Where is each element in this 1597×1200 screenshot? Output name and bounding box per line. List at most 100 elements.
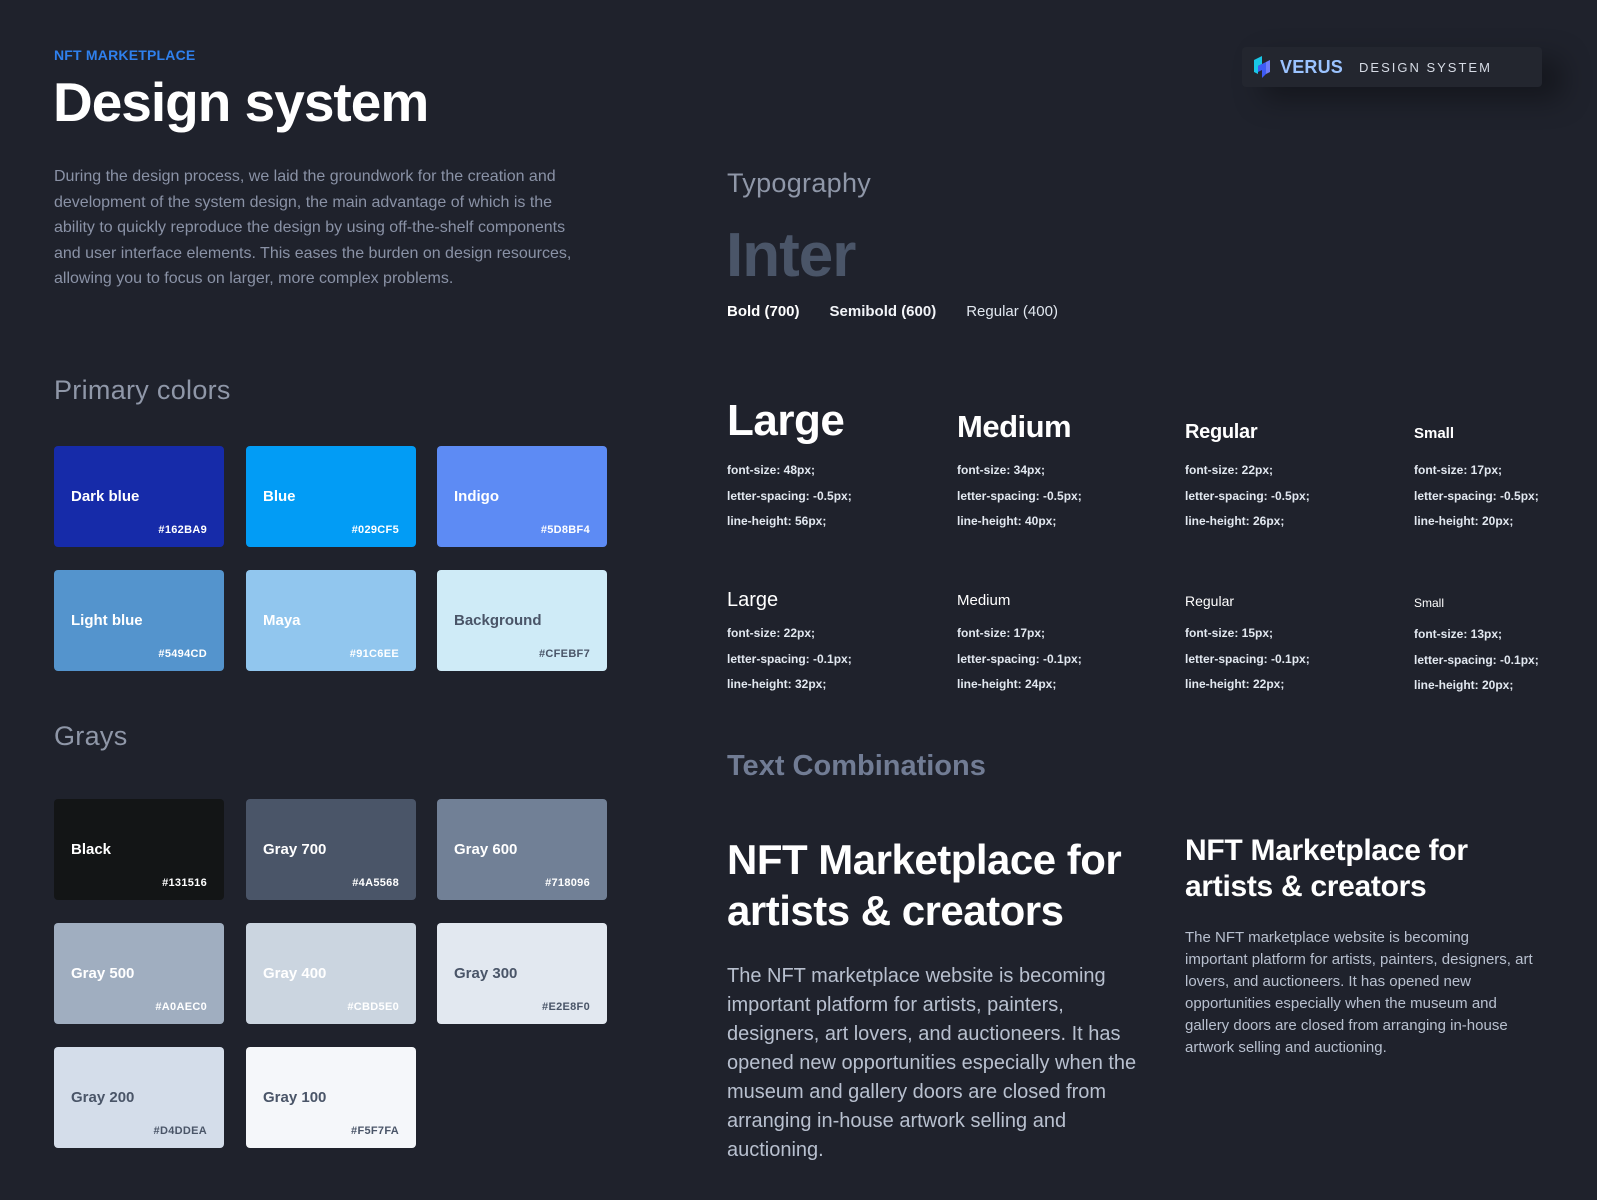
- color-swatch: Gray 600 #718096: [437, 799, 607, 900]
- swatch-name: Dark blue: [71, 488, 140, 505]
- swatch-hex: #162BA9: [158, 524, 207, 536]
- swatch-hex: #718096: [545, 877, 590, 889]
- body-style-label: Small: [1414, 596, 1445, 610]
- swatch-name: Gray 700: [263, 841, 327, 858]
- spec-spacing: letter-spacing: -0.1px;: [957, 651, 1082, 666]
- body-style-label: Medium: [957, 592, 1011, 609]
- spec-size: font-size: 34px;: [957, 463, 1046, 477]
- color-swatch: Maya #91C6EE: [246, 570, 416, 671]
- color-swatch: Gray 300 #E2E8F0: [437, 923, 607, 1024]
- brand-subtitle: DESIGN SYSTEM: [1359, 59, 1492, 75]
- weight-bold: Bold (700): [727, 303, 800, 320]
- heading-style-small: Small font-size: 17px; letter-spacing: -…: [1414, 424, 1539, 535]
- swatch-name: Gray 500: [71, 965, 135, 982]
- swatch-name: Gray 100: [263, 1089, 327, 1106]
- swatch-name: Gray 200: [71, 1089, 135, 1106]
- swatch-name: Black: [71, 841, 112, 858]
- intro-paragraph: During the design process, we laid the g…: [54, 168, 572, 287]
- color-swatch: Gray 200 #D4DDEA: [54, 1047, 224, 1148]
- brand-name: VERUS: [1280, 56, 1344, 77]
- spec-line: line-height: 20px;: [1414, 678, 1514, 692]
- swatch-hex: #029CF5: [351, 524, 399, 536]
- primary-colors-heading: Primary colors: [54, 375, 231, 405]
- swatch-name: Gray 400: [263, 965, 327, 982]
- swatch-hex: #4A5568: [352, 877, 399, 889]
- font-weights: Bold (700) Semibold (600) Regular (400): [727, 303, 1058, 320]
- brand-badge: VERUS DESIGN SYSTEM: [1242, 47, 1542, 87]
- weight-semibold: Semibold (600): [829, 303, 937, 320]
- swatch-hex: #A0AEC0: [155, 1001, 207, 1013]
- heading-style-regular: Regular font-size: 22px; letter-spacing:…: [1185, 420, 1310, 535]
- spec-spacing: letter-spacing: -0.1px;: [1414, 652, 1539, 667]
- grays-heading: Grays: [54, 721, 128, 751]
- swatch-hex: #E2E8F0: [542, 1001, 590, 1013]
- color-swatch: Black #131516: [54, 799, 224, 900]
- combo-large-body: The NFT marketplace website is becoming …: [727, 965, 1137, 1161]
- spec-size: font-size: 48px;: [727, 463, 816, 477]
- heading-style-label: Small: [1414, 425, 1455, 442]
- swatch-name: Gray 300: [454, 965, 518, 982]
- color-swatch: Blue #029CF5: [246, 446, 416, 547]
- swatch-hex: #CFEBF7: [539, 648, 590, 660]
- heading-style-label: Regular: [1185, 421, 1258, 443]
- body-style-large: Large font-size: 22px; letter-spacing: -…: [727, 588, 852, 698]
- color-swatch: Background #CFEBF7: [437, 570, 607, 671]
- spec-size: font-size: 22px;: [727, 626, 816, 640]
- spec-line: line-height: 20px;: [1414, 514, 1514, 528]
- swatch-name: Indigo: [454, 488, 499, 505]
- body-style-regular: Regular font-size: 15px; letter-spacing:…: [1185, 592, 1310, 698]
- combo-small-body: The NFT marketplace website is becoming …: [1185, 929, 1533, 1056]
- spec-spacing: letter-spacing: -0.5px;: [1185, 488, 1310, 503]
- eyebrow-label: NFT MARKETPLACE: [54, 47, 196, 63]
- spec-size: font-size: 17px;: [1414, 463, 1503, 477]
- swatch-name: Light blue: [71, 612, 143, 629]
- spec-line: line-height: 26px;: [1185, 514, 1285, 528]
- spec-line: line-height: 32px;: [727, 677, 827, 691]
- page-title: Design system: [53, 71, 429, 133]
- swatch-hex: #5494CD: [158, 648, 207, 660]
- combo-small-title: NFT Marketplace for artists & creators: [1185, 834, 1468, 903]
- spec-line: line-height: 22px;: [1185, 677, 1285, 691]
- color-swatch: Gray 700 #4A5568: [246, 799, 416, 900]
- spec-spacing: letter-spacing: -0.5px;: [957, 488, 1082, 503]
- heading-style-large: Large font-size: 48px; letter-spacing: -…: [727, 398, 852, 535]
- swatch-hex: #5D8BF4: [540, 524, 590, 536]
- spec-size: font-size: 17px;: [957, 626, 1046, 640]
- swatch-hex: #91C6EE: [349, 648, 399, 660]
- swatch-hex: #131516: [162, 877, 207, 889]
- spec-line: line-height: 24px;: [957, 677, 1057, 691]
- spec-spacing: letter-spacing: -0.5px;: [1414, 488, 1539, 503]
- color-swatch: Gray 400 #CBD5E0: [246, 923, 416, 1024]
- weight-regular: Regular (400): [966, 303, 1058, 320]
- spec-line: line-height: 56px;: [727, 514, 827, 528]
- swatch-hex: #CBD5E0: [347, 1001, 399, 1013]
- spec-size: font-size: 13px;: [1414, 627, 1503, 641]
- body-style-label: Regular: [1185, 593, 1235, 609]
- font-name: Inter: [726, 221, 856, 290]
- color-swatch: Dark blue #162BA9: [54, 446, 224, 547]
- swatch-name: Background: [454, 612, 542, 629]
- color-swatch: Light blue #5494CD: [54, 570, 224, 671]
- swatch-name: Gray 600: [454, 841, 518, 858]
- spec-spacing: letter-spacing: -0.1px;: [1185, 651, 1310, 666]
- swatch-hex: #F5F7FA: [351, 1125, 399, 1137]
- heading-style-label: Medium: [957, 409, 1072, 444]
- swatch-hex: #D4DDEA: [153, 1125, 207, 1137]
- heading-style-medium: Medium font-size: 34px; letter-spacing: …: [957, 410, 1082, 535]
- combo-large-title: NFT Marketplace for artists & creators: [727, 836, 1122, 934]
- spec-line: line-height: 40px;: [957, 514, 1057, 528]
- body-style-label: Large: [727, 589, 779, 611]
- body-style-small: Small font-size: 13px; letter-spacing: -…: [1414, 595, 1539, 699]
- swatch-name: Maya: [263, 612, 301, 629]
- body-style-medium: Medium font-size: 17px; letter-spacing: …: [957, 591, 1082, 698]
- verus-logo-icon: [1254, 56, 1270, 78]
- swatch-name: Blue: [263, 488, 296, 505]
- color-swatch: Indigo #5D8BF4: [437, 446, 607, 547]
- heading-style-label: Large: [727, 396, 845, 445]
- color-swatch: Gray 500 #A0AEC0: [54, 923, 224, 1024]
- spec-size: font-size: 22px;: [1185, 463, 1274, 477]
- typography-heading: Typography: [727, 168, 872, 198]
- spec-spacing: letter-spacing: -0.1px;: [727, 651, 852, 666]
- spec-size: font-size: 15px;: [1185, 626, 1274, 640]
- color-swatch: Gray 100 #F5F7FA: [246, 1047, 416, 1148]
